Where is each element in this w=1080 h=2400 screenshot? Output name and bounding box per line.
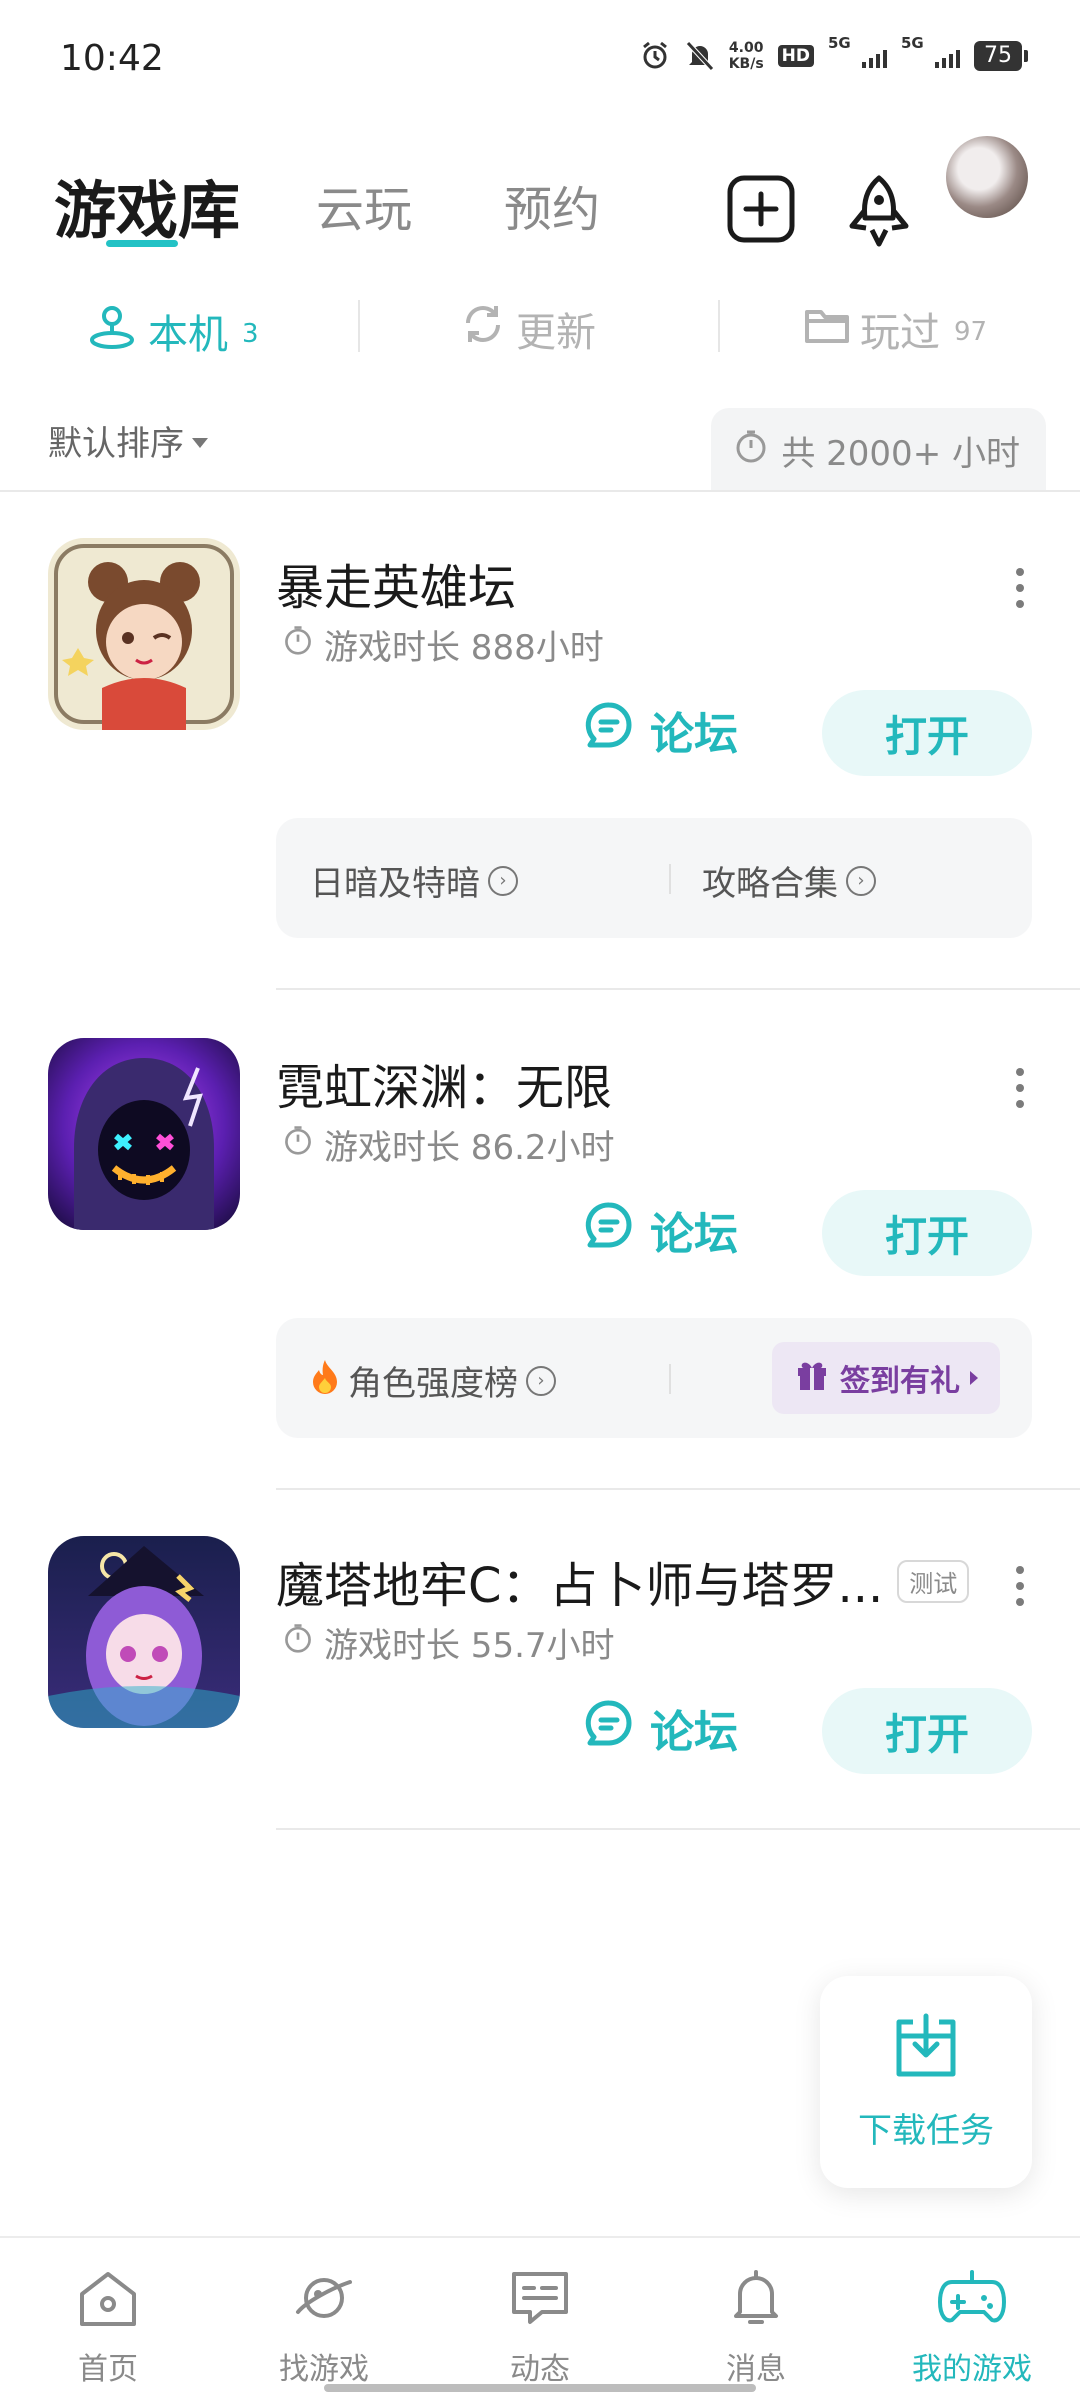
total-playtime: 共 2000+ 小时 bbox=[711, 408, 1046, 492]
bottom-nav: 首页 找游戏 动态 消息 我的游戏 bbox=[0, 2236, 1080, 2400]
refresh-icon bbox=[460, 301, 506, 357]
tab-game-library[interactable]: 游戏库 bbox=[54, 160, 240, 250]
played-count: 97 bbox=[954, 317, 988, 347]
nav-home[interactable]: 首页 bbox=[8, 2268, 208, 2388]
active-tab-indicator bbox=[106, 240, 178, 247]
nav-messages[interactable]: 消息 bbox=[656, 2268, 856, 2388]
home-icon bbox=[76, 2268, 140, 2336]
forum-button[interactable]: 论坛 bbox=[584, 1198, 738, 1262]
more-options-icon[interactable] bbox=[1010, 1068, 1030, 1108]
divider bbox=[358, 300, 360, 352]
quick-links: 角色强度榜 › 签到有礼 bbox=[276, 1318, 1032, 1438]
alarm-icon bbox=[639, 40, 671, 72]
divider bbox=[276, 1828, 1080, 1830]
status-bar: 10:42 4.00 KB/s HD 5G 5G 75 bbox=[0, 0, 1080, 120]
quick-links: 日暗及特暗 › 攻略合集 › bbox=[276, 818, 1032, 938]
game-icon[interactable] bbox=[48, 1536, 240, 1728]
chevron-right-icon: › bbox=[488, 865, 518, 896]
bell-icon bbox=[724, 2268, 788, 2336]
home-indicator[interactable] bbox=[324, 2384, 756, 2392]
forum-button[interactable]: 论坛 bbox=[584, 698, 738, 762]
timer-icon bbox=[733, 428, 769, 473]
folder-icon bbox=[804, 304, 850, 354]
caret-right-icon bbox=[970, 1371, 978, 1385]
caret-down-icon bbox=[192, 437, 208, 448]
divider bbox=[669, 864, 671, 894]
chat-icon bbox=[508, 2268, 572, 2336]
game-title[interactable]: 暴走英雄坛 bbox=[276, 548, 516, 618]
sign-in-gift-button[interactable]: 签到有礼 bbox=[772, 1342, 1000, 1414]
quick-link[interactable]: 攻略合集 › bbox=[702, 856, 876, 905]
signal-sim2-icon: 5G bbox=[901, 34, 960, 68]
gift-icon bbox=[794, 1356, 830, 1400]
forum-icon bbox=[584, 700, 634, 761]
divider bbox=[276, 1488, 1080, 1490]
game-title[interactable]: 魔塔地牢C：占卜师与塔罗... 测试 bbox=[276, 1546, 970, 1616]
test-badge: 测试 bbox=[897, 1559, 970, 1603]
tab-reserve[interactable]: 预约 bbox=[504, 170, 600, 240]
subtab-update[interactable]: 更新 bbox=[460, 300, 596, 358]
open-game-button[interactable]: 打开 bbox=[822, 1688, 1032, 1774]
quick-link[interactable]: 日暗及特暗 › bbox=[310, 856, 518, 905]
forum-icon bbox=[584, 1200, 634, 1261]
divider bbox=[669, 1364, 671, 1394]
subtab-local[interactable]: 本机 3 bbox=[86, 300, 259, 362]
forum-icon bbox=[584, 1698, 634, 1759]
tab-cloud-play[interactable]: 云玩 bbox=[316, 170, 412, 240]
play-time: 游戏时长 888小时 bbox=[282, 620, 604, 669]
signal-sim1-icon: 5G bbox=[828, 34, 887, 68]
gamepad-icon bbox=[938, 2268, 1006, 2336]
open-game-button[interactable]: 打开 bbox=[822, 1190, 1032, 1276]
nav-find-games[interactable]: 找游戏 bbox=[224, 2268, 424, 2388]
battery-icon: 75 bbox=[974, 41, 1028, 71]
user-avatar[interactable] bbox=[946, 136, 1028, 218]
nav-my-games[interactable]: 我的游戏 bbox=[872, 2268, 1072, 2388]
sub-tabs: 本机 3 更新 玩过 97 bbox=[0, 280, 1080, 376]
quick-link[interactable]: 角色强度榜 › bbox=[310, 1356, 556, 1405]
divider bbox=[276, 988, 1080, 990]
play-time: 游戏时长 55.7小时 bbox=[282, 1618, 615, 1667]
timer-icon bbox=[282, 624, 314, 665]
game-title[interactable]: 霓虹深渊：无限 bbox=[276, 1048, 612, 1118]
nav-feed[interactable]: 动态 bbox=[440, 2268, 640, 2388]
local-device-icon bbox=[86, 300, 138, 362]
forum-button[interactable]: 论坛 bbox=[584, 1696, 738, 1760]
planet-icon bbox=[292, 2268, 356, 2336]
local-count: 3 bbox=[242, 319, 259, 349]
fire-icon bbox=[310, 1358, 340, 1403]
timer-icon bbox=[282, 1124, 314, 1165]
hd-icon: HD bbox=[777, 45, 814, 67]
sort-dropdown[interactable]: 默认排序 bbox=[48, 416, 208, 465]
timer-icon bbox=[282, 1622, 314, 1663]
open-game-button[interactable]: 打开 bbox=[822, 690, 1032, 776]
download-task-button[interactable]: 下载任务 bbox=[820, 1976, 1032, 2188]
game-icon[interactable] bbox=[48, 538, 240, 730]
net-speed: 4.00 KB/s bbox=[728, 40, 764, 72]
play-time: 游戏时长 86.2小时 bbox=[282, 1120, 615, 1169]
download-icon bbox=[891, 2012, 961, 2087]
add-game-button[interactable] bbox=[726, 174, 796, 244]
status-time: 10:42 bbox=[60, 38, 164, 79]
game-icon[interactable] bbox=[48, 1038, 240, 1230]
subtab-played[interactable]: 玩过 97 bbox=[804, 300, 987, 358]
rocket-accelerate-button[interactable] bbox=[844, 174, 914, 247]
status-icons: 4.00 KB/s HD 5G 5G 75 bbox=[639, 34, 1028, 72]
top-nav: 游戏库 云玩 预约 bbox=[0, 130, 1080, 250]
mute-bell-icon bbox=[685, 40, 715, 72]
more-options-icon[interactable] bbox=[1010, 1566, 1030, 1606]
divider bbox=[0, 490, 1080, 492]
more-options-icon[interactable] bbox=[1010, 568, 1030, 608]
divider bbox=[718, 300, 720, 352]
chevron-right-icon: › bbox=[526, 1365, 556, 1396]
chevron-right-icon: › bbox=[846, 865, 876, 896]
